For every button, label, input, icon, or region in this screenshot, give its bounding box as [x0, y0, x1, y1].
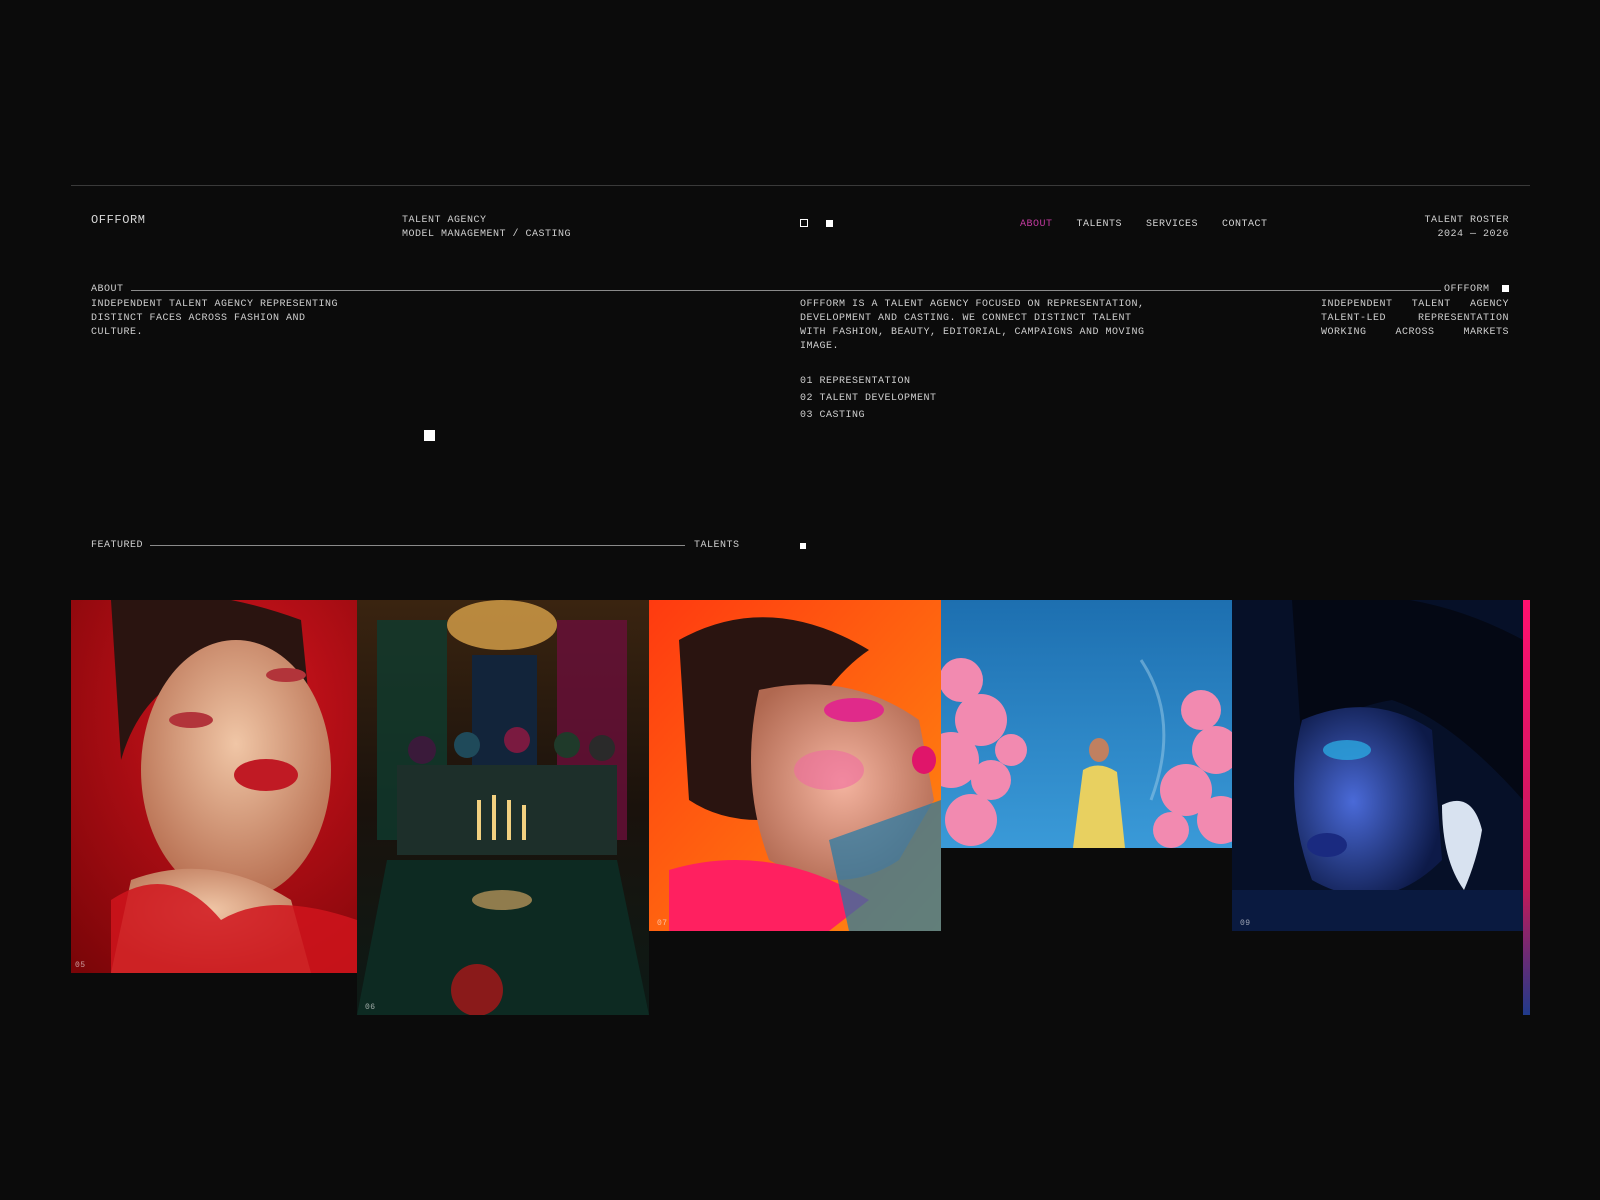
service-item[interactable]: 02 TALENT DEVELOPMENT: [800, 390, 937, 407]
roster-line-2: 2024 — 2026: [1437, 229, 1509, 240]
tagline-line-2: MODEL MANAGEMENT / CASTING: [402, 229, 572, 240]
about-description-line: IMAGE.: [800, 341, 840, 352]
about-intro: INDEPENDENT TALENT AGENCY REPRESENTING D…: [91, 298, 338, 340]
talent-tile-06[interactable]: 06: [357, 600, 649, 1015]
square-filled-icon: [1502, 285, 1509, 292]
tagline-line-1: TALENT AGENCY: [402, 215, 487, 226]
about-right-label: OFFFORM: [1444, 283, 1509, 297]
services-list: 01 REPRESENTATION 02 TALENT DEVELOPMENT …: [800, 373, 937, 424]
offform-label: OFFFORM: [1443, 284, 1490, 295]
tile-number: 09: [1240, 919, 1251, 928]
aside-line: WORKING ACROSS MARKETS: [1321, 327, 1509, 338]
talent-tile-07[interactable]: 07: [649, 600, 941, 931]
talent-tile-09[interactable]: 09: [1232, 600, 1523, 931]
header-squares: [800, 214, 833, 232]
about-description: OFFFORM IS A TALENT AGENCY FOCUSED ON RE…: [800, 298, 1145, 354]
tile-number: 05: [75, 961, 86, 970]
group-dinner-image: [357, 600, 649, 1015]
top-divider: [71, 185, 1530, 186]
partial-image-strip: [1523, 600, 1530, 1015]
blue-portrait-image: [1232, 600, 1523, 931]
roster-line-1: TALENT ROSTER: [1424, 215, 1509, 226]
talent-tile-08[interactable]: [941, 600, 1232, 848]
nav-contact[interactable]: CONTACT: [1222, 219, 1268, 230]
main-nav: ABOUT TALENTS SERVICES CONTACT: [1020, 213, 1292, 231]
about-description-line: OFFFORM IS A TALENT AGENCY FOCUSED ON RE…: [800, 299, 1145, 310]
about-intro-line: INDEPENDENT TALENT AGENCY REPRESENTING: [91, 299, 339, 310]
logo[interactable]: OFFFORM: [91, 213, 146, 227]
square-filled-icon: [825, 220, 833, 227]
orange-profile-portrait-image: [649, 600, 941, 931]
aside-line: INDEPENDENT TALENT AGENCY: [1321, 299, 1509, 310]
about-description-line: DEVELOPMENT AND CASTING. WE CONNECT DIST…: [800, 313, 1132, 324]
talent-roster-info: TALENT ROSTER 2024 — 2026: [1424, 214, 1509, 242]
about-divider: [131, 290, 1441, 291]
about-label: ABOUT: [91, 284, 124, 295]
about-intro-line: CULTURE.: [91, 327, 144, 338]
cherry-blossom-image: [941, 600, 1232, 848]
about-intro-line: DISTINCT FACES ACROSS FASHION AND: [91, 313, 306, 324]
featured-label: FEATURED: [91, 540, 144, 551]
aside-line: TALENT-LED REPRESENTATION: [1321, 313, 1509, 324]
service-item[interactable]: 03 CASTING: [800, 407, 937, 424]
square-filled-icon: [800, 543, 806, 549]
tile-number: 06: [365, 1003, 376, 1012]
tagline: TALENT AGENCY MODEL MANAGEMENT / CASTING: [402, 214, 571, 242]
about-aside: INDEPENDENT TALENT AGENCY TALENT-LED REP…: [1321, 298, 1509, 340]
red-portrait-image: [71, 600, 357, 973]
nav-talents[interactable]: TALENTS: [1077, 219, 1123, 230]
talent-tile-peek[interactable]: [1523, 600, 1530, 1015]
service-item[interactable]: 01 REPRESENTATION: [800, 373, 937, 390]
talents-label[interactable]: TALENTS: [694, 539, 740, 553]
nav-services[interactable]: SERVICES: [1146, 219, 1198, 230]
square-outline-icon: [800, 219, 808, 227]
about-description-line: WITH FASHION, BEAUTY, EDITORIAL, CAMPAIG…: [800, 327, 1145, 338]
decorative-square: [424, 430, 435, 441]
tile-number: 07: [657, 919, 668, 928]
talent-tile-05[interactable]: 05: [71, 600, 357, 973]
nav-about[interactable]: ABOUT: [1020, 219, 1053, 230]
featured-divider: [150, 545, 685, 546]
